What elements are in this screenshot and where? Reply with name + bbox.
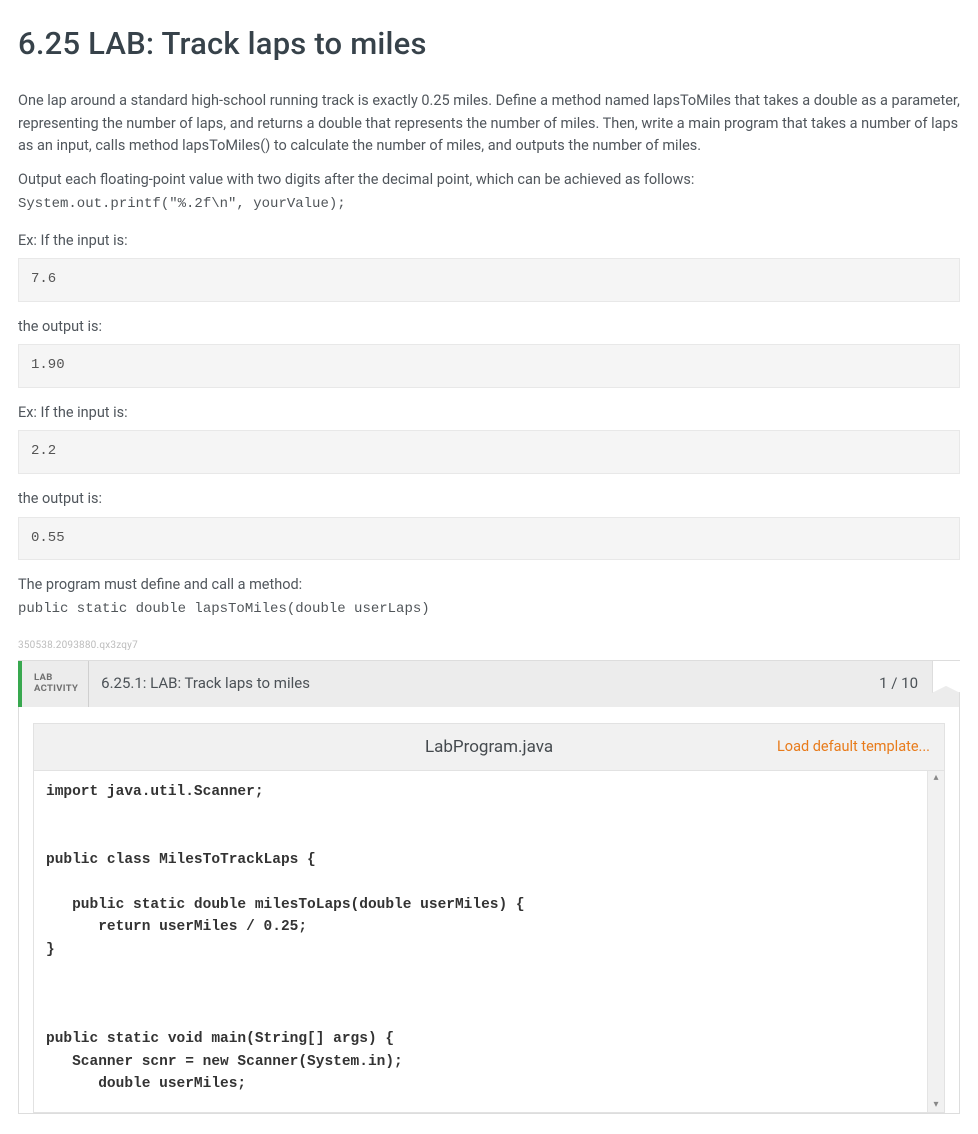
example1-input-box: 7.6: [18, 258, 960, 302]
load-default-template-link[interactable]: Load default template...: [553, 736, 930, 758]
description-para-1: One lap around a standard high-school ru…: [18, 90, 960, 157]
lab-badge-line-2: ACTIVITY: [34, 684, 78, 695]
printf-code-line: System.out.printf("%.2f\n", yourValue);: [18, 194, 960, 216]
example1-output-box: 1.90: [18, 344, 960, 388]
page-title: 6.25 LAB: Track laps to miles: [18, 20, 960, 68]
file-header-bar: LabProgram.java Load default template...: [33, 723, 945, 770]
lab-header: LAB ACTIVITY 6.25.1: LAB: Track laps to …: [18, 661, 959, 707]
scroll-up-icon[interactable]: ▴: [933, 773, 938, 783]
lab-title: 6.25.1: LAB: Track laps to miles: [89, 661, 865, 707]
lab-activity-badge: LAB ACTIVITY: [22, 661, 89, 707]
lab-body: LabProgram.java Load default template...…: [18, 707, 959, 1113]
example1-output-label: the output is:: [18, 316, 960, 338]
example1-input-label: Ex: If the input is:: [18, 230, 960, 252]
code-editor[interactable]: import java.util.Scanner; public class M…: [34, 771, 944, 1112]
lab-score: 1 / 10: [865, 661, 932, 707]
code-editor-container: import java.util.Scanner; public class M…: [33, 770, 945, 1113]
method-requirement-text: The program must define and call a metho…: [18, 574, 960, 596]
example2-input-box: 2.2: [18, 430, 960, 474]
assignment-id: 350538.2093880.qx3zqy7: [18, 638, 960, 654]
example2-output-box: 0.55: [18, 517, 960, 561]
lab-activity-block: LAB ACTIVITY 6.25.1: LAB: Track laps to …: [18, 660, 960, 1114]
description-para-2: Output each floating-point value with tw…: [18, 169, 960, 191]
method-signature: public static double lapsToMiles(double …: [18, 599, 960, 621]
editor-scrollbar[interactable]: ▴ ▾: [927, 771, 944, 1112]
example2-input-label: Ex: If the input is:: [18, 402, 960, 424]
scroll-down-icon[interactable]: ▾: [933, 1100, 938, 1110]
bookmark-flag-icon[interactable]: [932, 661, 960, 693]
example2-output-label: the output is:: [18, 488, 960, 510]
file-name: LabProgram.java: [425, 734, 553, 760]
